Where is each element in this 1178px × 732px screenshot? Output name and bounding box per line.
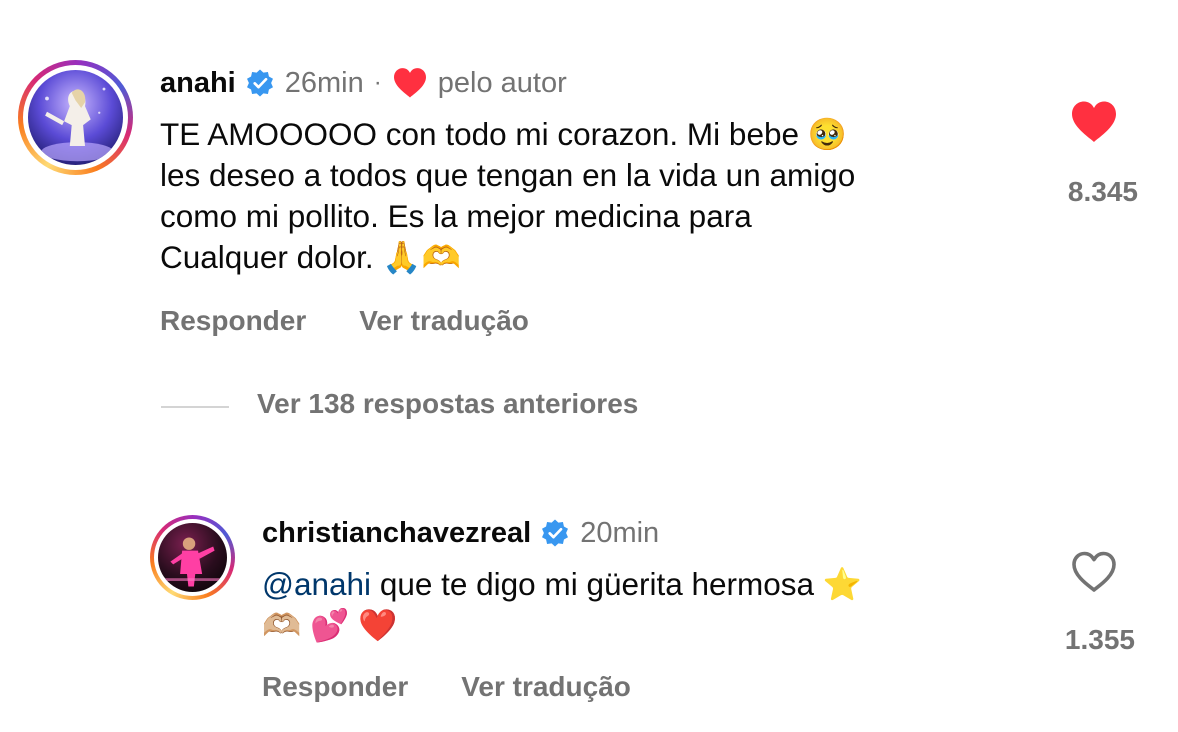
- translate-button[interactable]: Ver tradução: [461, 671, 631, 703]
- avatar-christianchavezreal[interactable]: [158, 523, 227, 592]
- comment-actions: Responder Ver tradução: [160, 305, 529, 337]
- comment-text: TE AMOOOOO con todo mi corazon. Mi bebe …: [160, 114, 855, 278]
- liked-by-author-label: pelo autor: [437, 66, 567, 99]
- comment-text-line: 🫶🏼 💕 ❤️: [262, 607, 398, 643]
- verified-badge-icon: [540, 518, 570, 548]
- avatar-photo-image: [28, 70, 123, 165]
- mention-link[interactable]: @anahi: [262, 566, 371, 602]
- view-previous-replies-button[interactable]: Ver 138 respostas anteriores: [257, 388, 638, 420]
- avatar-photo-image: [158, 523, 227, 592]
- like-heart-outline-icon[interactable]: [1070, 550, 1118, 594]
- reply-button[interactable]: Responder: [262, 671, 408, 703]
- comment-text-line: les deseo a todos que tengan en la vida …: [160, 157, 856, 193]
- like-count: 1.355: [1064, 624, 1135, 655]
- comment-header: christianchavezreal 20min: [262, 512, 659, 554]
- replies-divider: [161, 406, 229, 408]
- comment-text: @anahi que te digo mi güerita hermosa ⭐️…: [262, 564, 862, 646]
- comment-text-line: @anahi que te digo mi güerita hermosa ⭐️: [262, 564, 862, 605]
- like-heart-filled-icon[interactable]: [1070, 100, 1118, 144]
- translate-button[interactable]: Ver tradução: [359, 305, 529, 337]
- username[interactable]: christianchavezreal: [262, 517, 531, 550]
- reply-button[interactable]: Responder: [160, 305, 306, 337]
- comment-text-line: como mi pollito. Es la mejor medicina pa…: [160, 198, 752, 234]
- comment-header: anahi 26min · pelo autor: [160, 62, 567, 104]
- comment-time: 26min: [284, 66, 364, 99]
- username[interactable]: anahi: [160, 67, 236, 100]
- comment-actions: Responder Ver tradução: [262, 671, 631, 703]
- avatar-anahi[interactable]: [28, 70, 123, 165]
- separator-dot: ·: [373, 69, 382, 96]
- comment-text-line: Cualquer dolor. 🙏🫶: [160, 239, 461, 275]
- author-liked-heart-icon: [392, 67, 428, 99]
- comment-time: 20min: [580, 516, 660, 549]
- verified-badge-icon: [245, 68, 275, 98]
- comment-text-line: TE AMOOOOO con todo mi corazon. Mi bebe …: [160, 116, 847, 152]
- comment-text-segment: que te digo mi güerita hermosa ⭐️: [371, 566, 863, 602]
- like-count: 8.345: [1067, 176, 1138, 207]
